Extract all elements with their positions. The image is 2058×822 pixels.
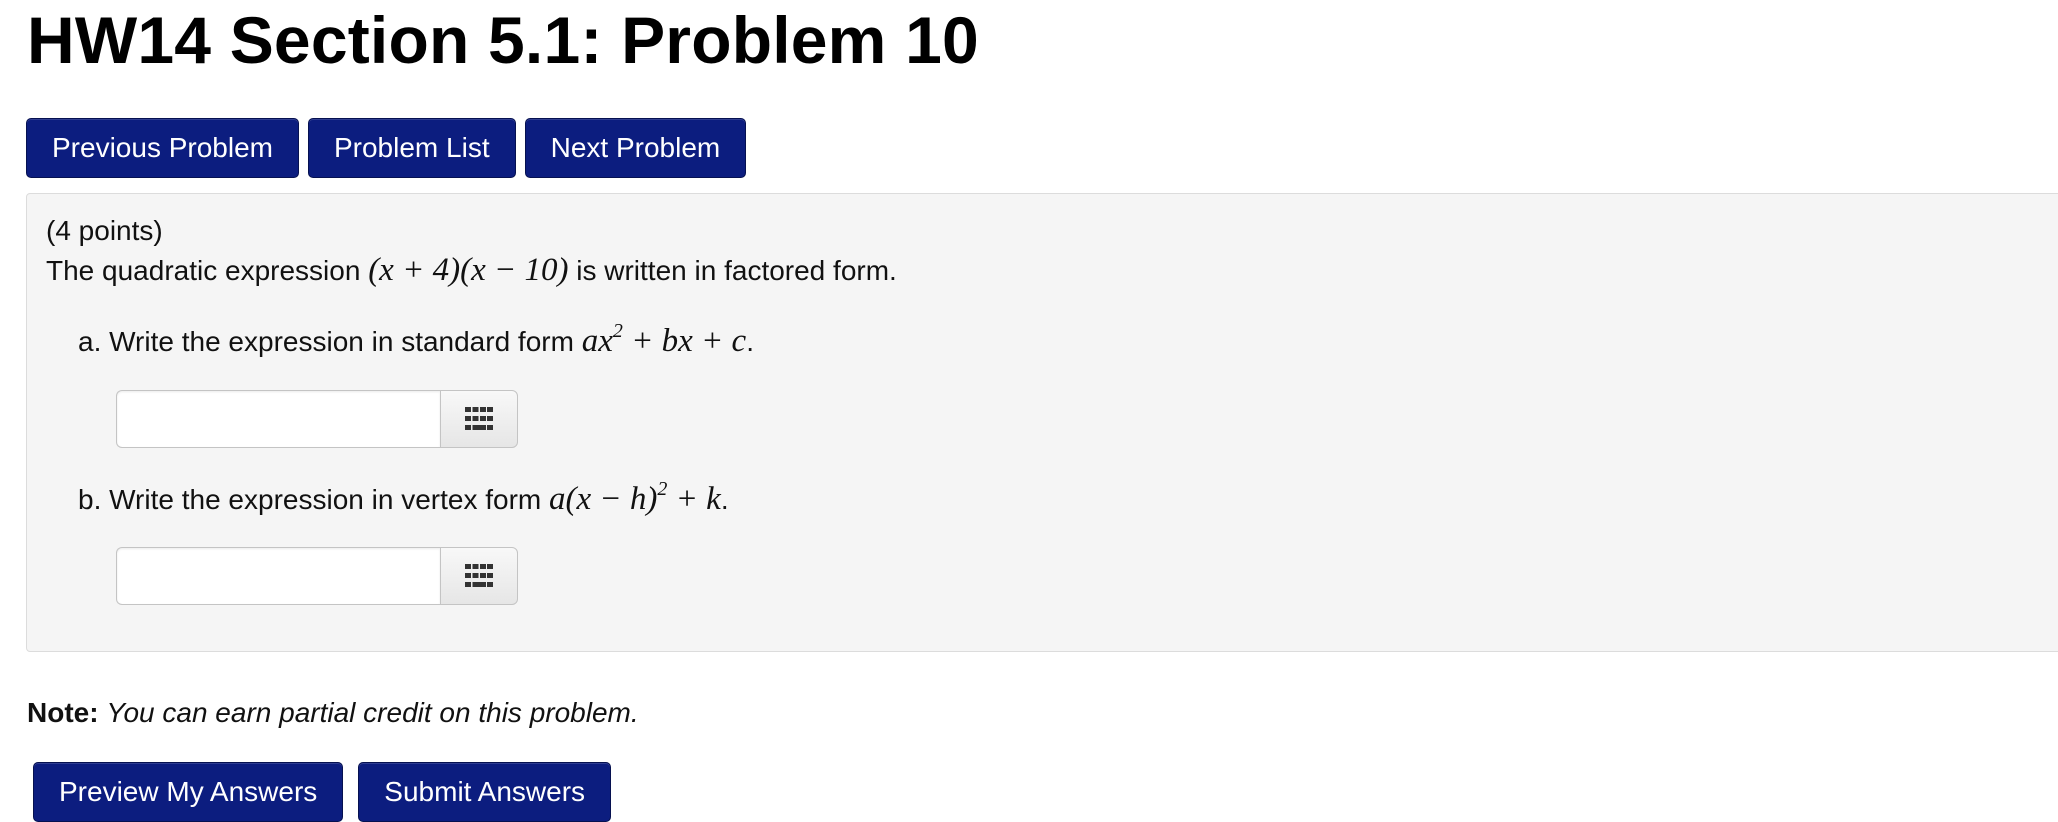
part-b-prompt: b. Write the expression in vertex form a… bbox=[78, 478, 729, 518]
answer-b-input[interactable] bbox=[116, 547, 440, 605]
intro-suffix: is written in factored form. bbox=[576, 255, 897, 286]
answer-b-group bbox=[116, 547, 518, 605]
answer-a-input[interactable] bbox=[116, 390, 440, 448]
note-label: Note: bbox=[27, 697, 99, 728]
points-label: (4 points) bbox=[46, 215, 163, 246]
problem-intro: The quadratic expression (x + 4)(x − 10)… bbox=[46, 252, 897, 289]
keypad-grid-icon bbox=[465, 407, 493, 430]
part-a-period: . bbox=[746, 326, 754, 357]
note-text: You can earn partial credit on this prob… bbox=[106, 697, 639, 728]
standard-form-exponent: 2 bbox=[612, 320, 623, 342]
preview-answers-button[interactable]: Preview My Answers bbox=[33, 762, 344, 822]
standard-form-base: ax bbox=[581, 323, 613, 359]
part-b-text: b. Write the expression in vertex form bbox=[78, 484, 542, 515]
next-problem-button[interactable]: Next Problem bbox=[524, 118, 747, 178]
submit-answers-button[interactable]: Submit Answers bbox=[358, 762, 612, 822]
factored-expression: (x + 4)(x − 10) bbox=[368, 252, 569, 288]
page: HW14 Section 5.1: Problem 10 Previous Pr… bbox=[0, 0, 2058, 822]
answer-a-keypad-button[interactable] bbox=[440, 390, 518, 448]
answer-b-keypad-button[interactable] bbox=[440, 547, 518, 605]
vertex-form-tail: + k bbox=[667, 481, 721, 517]
intro-prefix: The quadratic expression bbox=[46, 255, 361, 286]
problem-list-button[interactable]: Problem List bbox=[307, 118, 516, 178]
answer-actions: Preview My Answers Submit Answers bbox=[33, 762, 626, 822]
vertex-form-base: a(x − h) bbox=[549, 481, 658, 517]
partial-credit-note: Note: You can earn partial credit on thi… bbox=[27, 697, 639, 729]
part-a-prompt: a. Write the expression in standard form… bbox=[78, 320, 754, 360]
answer-a-group bbox=[116, 390, 518, 448]
standard-form-expression: ax2 + bx + c bbox=[581, 320, 747, 359]
standard-form-tail: + bx + c bbox=[622, 323, 747, 359]
problem-nav: Previous Problem Problem List Next Probl… bbox=[26, 118, 755, 178]
keypad-grid-icon bbox=[465, 564, 493, 587]
part-a-text: a. Write the expression in standard form bbox=[78, 326, 574, 357]
page-title: HW14 Section 5.1: Problem 10 bbox=[27, 3, 979, 77]
vertex-form-expression: a(x − h)2 + k bbox=[549, 478, 721, 517]
vertex-form-exponent: 2 bbox=[657, 478, 668, 500]
previous-problem-button[interactable]: Previous Problem bbox=[26, 118, 299, 178]
part-b-period: . bbox=[720, 484, 729, 515]
